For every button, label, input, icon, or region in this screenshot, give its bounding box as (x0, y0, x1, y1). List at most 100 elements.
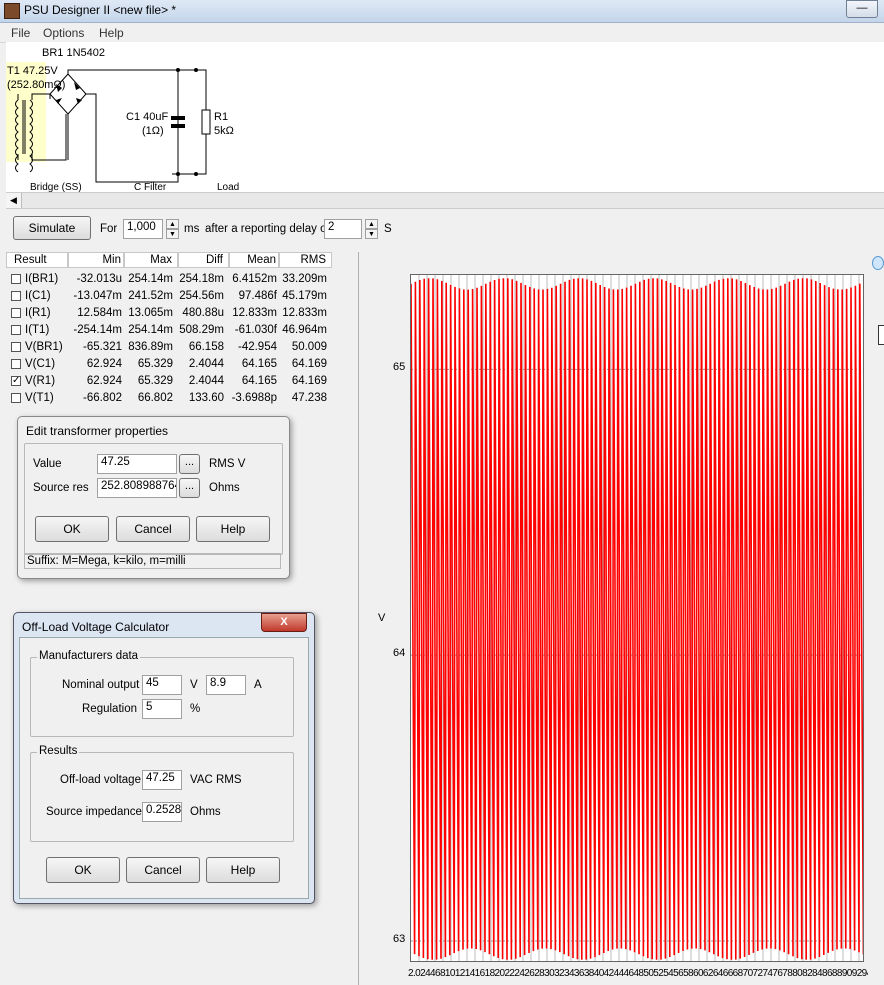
table-row[interactable]: I(R1) 12.584m 13.065m 480.88u 12.833m 12.833m (6, 305, 358, 322)
result-min: -32.013u (76, 273, 122, 285)
close-button[interactable]: X (261, 613, 307, 632)
capacitor-resistance: (1Ω) (142, 125, 164, 137)
result-diff: 2.4044 (188, 375, 224, 387)
duration-spin-down[interactable]: ▼ (166, 229, 179, 239)
seconds-label: S (384, 223, 392, 235)
simulate-button[interactable]: Simulate (13, 216, 91, 240)
source-res-input[interactable]: 252.808988764 (97, 478, 177, 498)
result-checkbox[interactable] (11, 359, 21, 369)
result-diff: 2.4044 (188, 358, 224, 370)
nominal-voltage-input[interactable]: 45 (142, 675, 182, 695)
ms-label: ms (184, 223, 200, 235)
results-group-label: Results (37, 745, 80, 757)
column-diff[interactable]: Diff (178, 252, 229, 268)
percent-unit: % (190, 703, 201, 715)
schematic-diagram: BR1 1N5402 T1 47.25V (252.80mΩ) C1 40uF … (6, 47, 239, 193)
table-row[interactable]: I(C1) -13.047m 241.52m 254.56m 97.486f 45.179… (6, 288, 358, 305)
schematic-scrollbar[interactable]: ◀ (6, 192, 884, 209)
nominal-output-label: Nominal output (62, 679, 140, 691)
source-impedance-label: Source impedance (46, 806, 142, 818)
app-icon (4, 3, 20, 19)
result-mean: 64.165 (241, 375, 277, 387)
load-resistor[interactable] (201, 109, 211, 135)
for-label: For (100, 223, 118, 235)
duration-spin-up[interactable]: ▲ (166, 219, 179, 229)
result-checkbox[interactable] (11, 325, 21, 335)
calculator-cancel-button[interactable]: Cancel (126, 857, 200, 883)
transformer-ok-button[interactable]: OK (35, 516, 109, 542)
result-checkbox[interactable] (11, 308, 21, 318)
transformer-resistance: (252.80mΩ) (7, 79, 65, 91)
offload-voltage-unit: VAC RMS (190, 774, 242, 786)
column-max[interactable]: Max (124, 252, 178, 268)
results-group: Results (30, 745, 294, 842)
result-min: 62.924 (86, 375, 122, 387)
menu-options[interactable]: Options (43, 26, 84, 40)
result-diff: 254.18m (179, 273, 224, 285)
menu-file[interactable]: File (11, 26, 30, 40)
source-impedance-output[interactable]: 0.2528 (142, 802, 182, 822)
transformer-highlight[interactable] (6, 62, 46, 162)
column-rms[interactable]: RMS (279, 252, 332, 268)
result-mean: -61.030f (234, 324, 277, 336)
zoom-icon[interactable] (872, 256, 884, 270)
column-mean[interactable]: Mean (229, 252, 279, 268)
result-min: -13.047m (73, 290, 122, 302)
result-diff: 66.158 (188, 341, 224, 353)
result-diff: 133.60 (188, 392, 224, 404)
scroll-left-arrow[interactable]: ◀ (6, 193, 22, 208)
transformer-dialog: Edit transformer properties Value 47.25 … (17, 416, 290, 579)
capacitor-plate-bottom (171, 124, 185, 128)
result-checkbox[interactable] (11, 393, 21, 403)
table-row[interactable]: V(T1) -66.802 66.802 133.60 -3.6988p 47.238 (6, 390, 358, 407)
result-checkbox[interactable]: ✓ (11, 376, 21, 386)
capacitor-plate-top[interactable] (171, 116, 185, 120)
result-checkbox[interactable] (11, 291, 21, 301)
delay-input[interactable]: 2 (324, 219, 362, 239)
result-name: I(BR1) (25, 273, 59, 285)
source-res-browse-button[interactable]: ... (179, 478, 200, 498)
offload-voltage-output[interactable]: 47.25 (142, 770, 182, 790)
nominal-current-input[interactable]: 8.9 (206, 675, 246, 695)
calculator-ok-button[interactable]: OK (46, 857, 120, 883)
graph-side-handle[interactable] (878, 325, 884, 345)
table-row[interactable]: I(BR1) -32.013u 254.14m 254.18m 6.4152m 33.20… (6, 271, 358, 288)
delay-spin-up[interactable]: ▲ (365, 219, 378, 229)
transformer-help-button[interactable]: Help (196, 516, 270, 542)
result-name: V(T1) (25, 392, 54, 404)
duration-input[interactable]: 1,000 (123, 219, 163, 239)
value-input[interactable]: 47.25 (97, 454, 177, 474)
result-mean: 97.486f (238, 290, 277, 302)
manufacturers-group: Manufacturers data (30, 650, 294, 737)
y-tick-label: 65 (393, 361, 406, 374)
result-max: 254.14m (128, 324, 173, 336)
column-min[interactable]: Min (68, 252, 124, 268)
table-row[interactable]: I(T1) -254.14m 254.14m 508.29m -61.030f 46.96… (6, 322, 358, 339)
load-label: R1 (214, 111, 228, 123)
transformer-label: T1 47.25V (7, 65, 58, 77)
column-result[interactable]: Result (6, 252, 68, 268)
table-row[interactable]: V(C1) 62.924 65.329 2.4044 64.165 64.169 (6, 356, 358, 373)
value-browse-button[interactable]: ... (179, 454, 200, 474)
minimize-button[interactable]: — (846, 0, 878, 18)
table-row[interactable]: V(BR1) -65.321 836.89m 66.158 -42.954 50.009 (6, 339, 358, 356)
source-impedance-unit: Ohms (190, 806, 221, 818)
regulation-input[interactable]: 5 (142, 699, 182, 719)
menu-help[interactable]: Help (99, 26, 124, 40)
result-diff: 480.88u (182, 307, 224, 319)
result-rms: 46.964m (282, 324, 327, 336)
result-checkbox[interactable] (11, 342, 21, 352)
section-label-filter: C Filter (134, 182, 167, 192)
source-res-label: Source res (33, 482, 89, 494)
delay-label: after a reporting delay of (205, 223, 330, 235)
delay-spin-down[interactable]: ▼ (365, 229, 378, 239)
transformer-cancel-button[interactable]: Cancel (116, 516, 190, 542)
result-min: 12.584m (77, 307, 122, 319)
table-row[interactable]: ✓ V(R1) 62.924 65.329 2.4044 64.165 64.169 (6, 373, 358, 390)
result-rms: 33.209m (282, 273, 327, 285)
result-mean: 12.833m (232, 307, 277, 319)
calculator-help-button[interactable]: Help (206, 857, 280, 883)
result-checkbox[interactable] (11, 274, 21, 284)
voltage-plot[interactable] (410, 274, 864, 962)
result-name: V(BR1) (25, 341, 63, 353)
